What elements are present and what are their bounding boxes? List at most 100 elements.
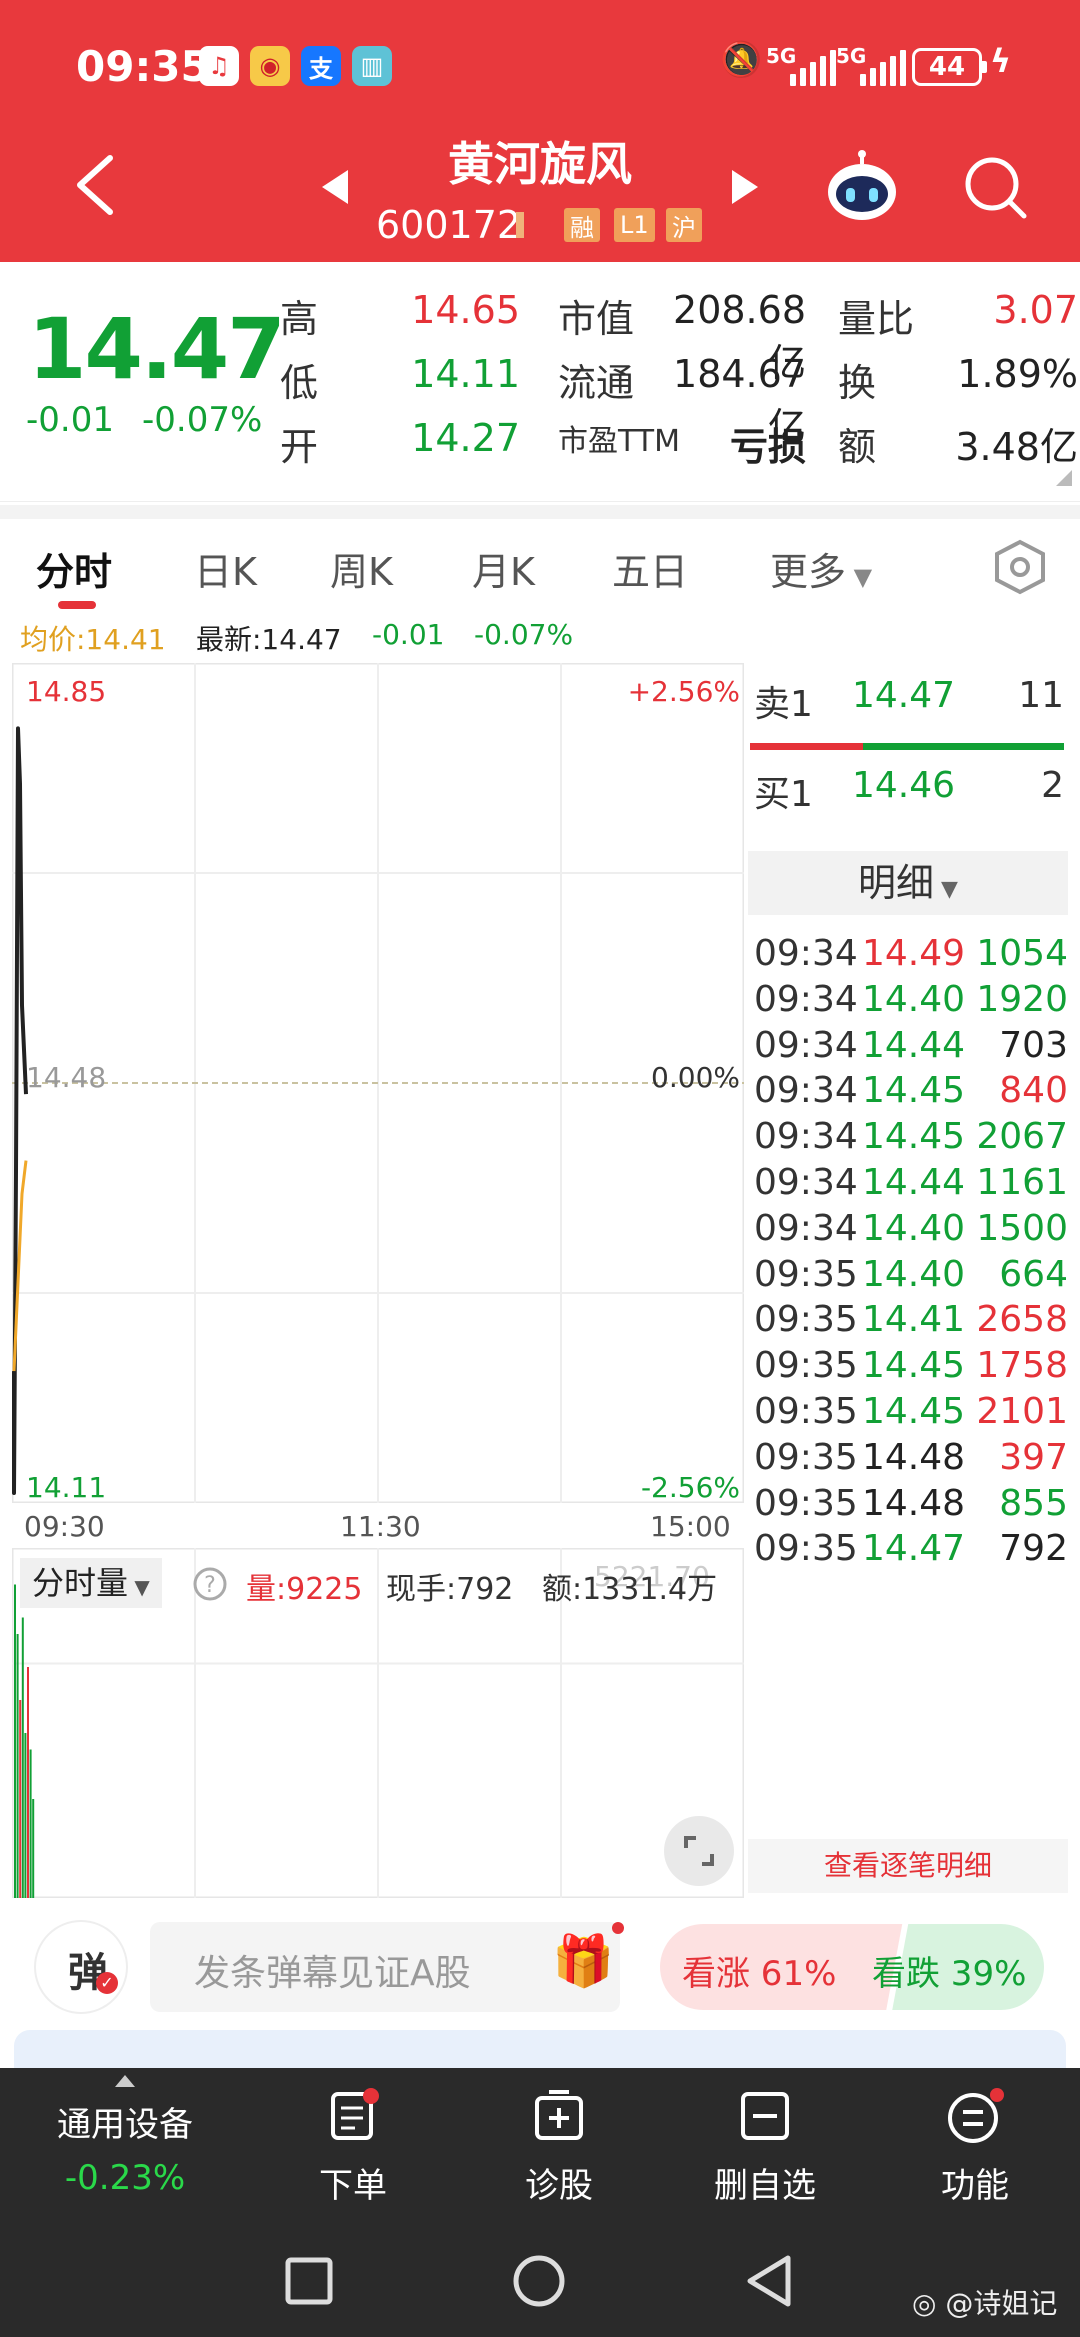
trade-price: 14.45: [862, 1070, 966, 1112]
trade-volume: 1920: [976, 978, 1068, 1020]
trade-row: 09:35 14.40 664: [754, 1254, 1068, 1300]
order-icon: [331, 2088, 379, 2140]
trade-time: 09:34: [754, 933, 858, 974]
label-volume-ratio: 量比: [838, 297, 915, 341]
next-stock-button[interactable]: [732, 170, 758, 208]
intraday-chart[interactable]: 14.85 14.48 14.11 +2.56% 0.00% -2.56%: [12, 663, 744, 1504]
latest-change: -0.01: [372, 618, 445, 651]
price-line: [12, 726, 28, 1495]
trade-row: 09:34 14.40 1920: [754, 979, 1068, 1025]
y-tick-high: 14.85: [26, 675, 107, 708]
back-chevron-icon: [77, 155, 113, 215]
index-change: -0.23%: [64, 2158, 186, 2198]
pct-tick-low: -2.56%: [640, 1471, 740, 1504]
trade-volume: 703: [999, 1024, 1068, 1066]
volume-bar: [29, 1749, 32, 1898]
value-volume-ratio: 3.07: [993, 288, 1078, 332]
nav-functions[interactable]: 功能: [900, 2088, 1050, 2207]
buy-level-1[interactable]: 买1 14.46 2: [754, 765, 1064, 825]
home-circle-icon[interactable]: [512, 2254, 566, 2308]
settings-hexagon-icon[interactable]: [994, 539, 1046, 595]
trade-time: 09:34: [754, 978, 858, 1020]
label-turnover: 换: [838, 361, 877, 405]
value-pe-ttm: 亏损: [729, 425, 806, 469]
pct-tick-mid: 0.00%: [651, 1061, 740, 1094]
tab-monthly-k[interactable]: 月K: [472, 541, 535, 596]
prev-triangle-icon: [322, 170, 348, 204]
trade-row: 09:35 14.48 397: [754, 1437, 1068, 1483]
remove-watchlist-icon: [741, 2092, 789, 2140]
trade-time: 09:35: [754, 1391, 858, 1432]
trade-volume: 664: [999, 1253, 1068, 1295]
trade-price: 14.48: [862, 1436, 966, 1478]
label-high: 高: [280, 297, 319, 341]
volume-value: 量:9225: [246, 1572, 363, 1607]
back-triangle-icon[interactable]: [744, 2254, 794, 2308]
expand-corner-icon[interactable]: [1056, 470, 1072, 486]
trade-time: 09:34: [754, 1116, 858, 1158]
danmaku-input[interactable]: 发条弹幕见证A股 🎁: [150, 1922, 624, 2012]
tab-intraday[interactable]: 分时: [36, 541, 112, 596]
signal-icon-2: [860, 48, 906, 86]
volume-type-selector[interactable]: 分时量 ▼: [20, 1558, 162, 1608]
robot-icon: [828, 150, 896, 220]
reader-app-icon: ▥: [352, 46, 392, 86]
nav-order[interactable]: 下单: [278, 2088, 428, 2207]
search-button[interactable]: [962, 154, 1028, 224]
tab-weekly-k[interactable]: 周K: [330, 541, 393, 596]
vote-down-button[interactable]: 看跌 39%: [872, 1946, 1026, 1995]
tab-more[interactable]: 更多 ▼: [770, 541, 872, 596]
fullscreen-button[interactable]: [664, 1816, 734, 1886]
sell-buy-ratio-bar: [750, 743, 1064, 750]
battery-level: 44: [928, 52, 966, 82]
watermark: ◎ @诗姐记: [912, 2282, 1057, 2322]
gift-icon[interactable]: 🎁: [552, 1932, 614, 1991]
chart-info-line: 均价:14.41 最新:14.47 -0.01 -0.07%: [0, 610, 1080, 660]
trade-time: 09:35: [754, 1253, 858, 1295]
volume-bar: [19, 1700, 22, 1898]
tab-five-day[interactable]: 五日: [612, 541, 688, 596]
back-button[interactable]: [70, 150, 120, 220]
trade-volume: 792: [999, 1528, 1068, 1570]
detail-header[interactable]: 明细 ▼: [748, 851, 1068, 915]
weibo-app-icon: ◉: [250, 46, 290, 86]
recents-square-icon[interactable]: [284, 2256, 334, 2306]
tag-market: 沪: [666, 208, 702, 242]
value-amount: 3.48亿: [955, 425, 1078, 469]
value-turnover: 1.89%: [957, 352, 1078, 396]
index-indicator[interactable]: 通用设备 -0.23%: [30, 2072, 220, 2198]
help-icon[interactable]: ?: [192, 1566, 228, 1602]
fullscreen-icon: [684, 1836, 714, 1866]
nav-diagnose[interactable]: 诊股: [484, 2088, 634, 2207]
trade-row: 09:34 14.49 1054: [754, 933, 1068, 979]
intraday-chart-svg: [12, 663, 744, 1503]
label-amount: 额: [838, 425, 877, 469]
sell-level-1[interactable]: 卖1 14.47 11: [754, 675, 1064, 735]
vote-up-button[interactable]: 看涨 61%: [682, 1946, 836, 1995]
tag-margin: 融: [564, 208, 600, 242]
active-tab-indicator: [58, 601, 96, 609]
trade-row: 09:34 14.44 703: [754, 1025, 1068, 1071]
trade-time: 09:34: [754, 1070, 858, 1112]
trade-price: 14.40: [862, 1253, 966, 1295]
trade-row: 09:35 14.48 855: [754, 1483, 1068, 1529]
trade-time: 09:34: [754, 1207, 858, 1249]
current-hand: 现手:792: [386, 1572, 514, 1607]
x-tick-open: 09:30: [24, 1510, 105, 1543]
prev-stock-button[interactable]: [322, 170, 348, 208]
signal-icon: [790, 48, 836, 86]
trade-price: 14.40: [862, 1207, 966, 1249]
nav-remove-watchlist[interactable]: 删自选: [690, 2088, 840, 2207]
danmaku-badge[interactable]: 弹 ✓: [36, 1922, 126, 2012]
volume-chart[interactable]: 分时量 ▼ ? 量:9225 现手:792 5221.70 额:1331.4万: [11, 1547, 745, 1899]
trade-volume: 2101: [976, 1391, 1068, 1432]
quote-panel: 14.47 -0.01 -0.07% 高 14.65 市值 208.68亿 量比…: [0, 262, 1080, 502]
trade-volume: 1054: [976, 933, 1068, 974]
view-tick-detail-link[interactable]: 查看逐笔明细: [748, 1839, 1068, 1893]
robot-assistant-button[interactable]: [824, 150, 900, 230]
tab-daily-k[interactable]: 日K: [194, 541, 257, 596]
stock-code: 600172: [376, 203, 522, 247]
x-tick-noon: 11:30: [340, 1510, 421, 1543]
volume-bar: [27, 1667, 29, 1898]
search-icon: [965, 157, 1027, 219]
